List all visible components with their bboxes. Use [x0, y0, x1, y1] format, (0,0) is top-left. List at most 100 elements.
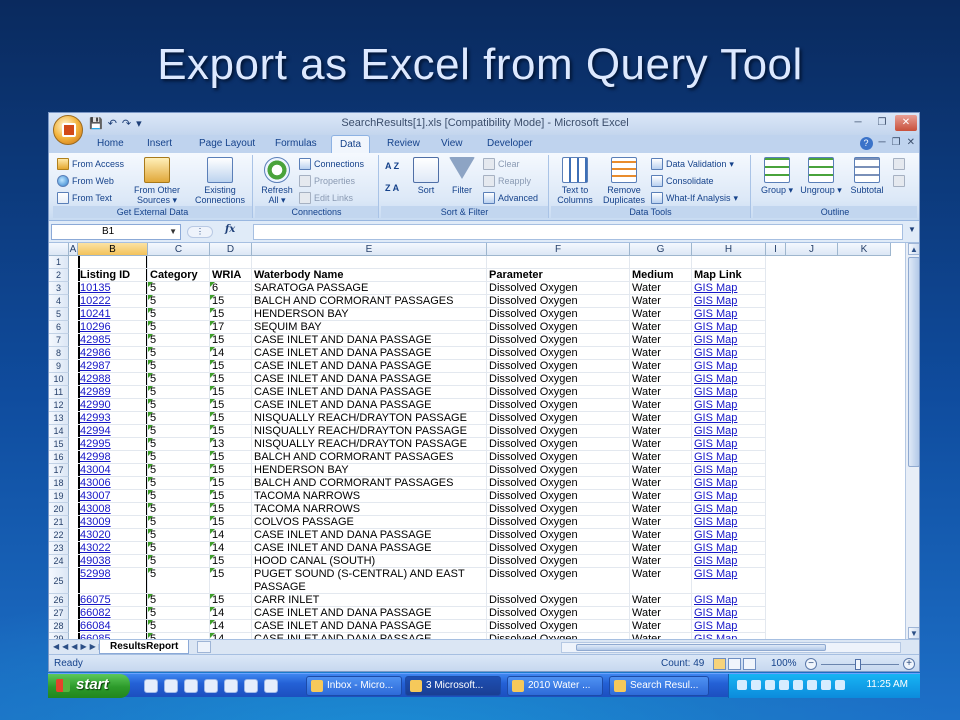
table-cell[interactable]: CASE INLET AND DANA PASSAGE: [252, 620, 487, 633]
tab-insert[interactable]: Insert: [147, 138, 172, 149]
table-cell[interactable]: COLVOS PASSAGE: [252, 516, 487, 529]
workbook-close-icon[interactable]: ✕: [907, 137, 915, 150]
row-header[interactable]: 20: [49, 503, 69, 516]
row-header[interactable]: 1: [49, 256, 69, 269]
table-cell[interactable]: 5: [148, 321, 210, 334]
insert-sheet-icon[interactable]: [197, 641, 211, 653]
data-validation-button[interactable]: Data Validation ▾: [651, 158, 734, 170]
hyperlink-cell[interactable]: 43007: [78, 490, 148, 503]
table-cell[interactable]: Water: [630, 425, 692, 438]
tab-formulas[interactable]: Formulas: [275, 138, 317, 149]
group-button[interactable]: Group ▾: [757, 157, 797, 195]
horizontal-scrollbar[interactable]: [561, 642, 901, 653]
table-cell[interactable]: BALCH AND CORMORANT PASSAGES: [252, 477, 487, 490]
table-cell[interactable]: 15: [210, 373, 252, 386]
row-header[interactable]: 13: [49, 412, 69, 425]
hyperlink-cell[interactable]: 52998: [78, 568, 148, 594]
table-cell[interactable]: Dissolved Oxygen: [487, 464, 630, 477]
table-cell[interactable]: Dissolved Oxygen: [487, 503, 630, 516]
hyperlink-cell[interactable]: 42990: [78, 399, 148, 412]
tray-icon-7[interactable]: [821, 680, 831, 690]
hyperlink-cell[interactable]: 42998: [78, 451, 148, 464]
hyperlink-cell[interactable]: GIS Map: [692, 620, 766, 633]
table-cell[interactable]: Dissolved Oxygen: [487, 516, 630, 529]
column-title-cell[interactable]: Listing ID: [78, 269, 148, 282]
hyperlink-cell[interactable]: 66082: [78, 607, 148, 620]
table-cell[interactable]: 5: [148, 451, 210, 464]
table-cell[interactable]: Dissolved Oxygen: [487, 438, 630, 451]
hyperlink-cell[interactable]: GIS Map: [692, 334, 766, 347]
minimize-button[interactable]: ─: [847, 115, 869, 131]
table-cell[interactable]: 15: [210, 399, 252, 412]
table-cell[interactable]: Dissolved Oxygen: [487, 529, 630, 542]
show-detail-button[interactable]: [893, 158, 905, 170]
table-cell[interactable]: Dissolved Oxygen: [487, 425, 630, 438]
table-cell[interactable]: 5: [148, 360, 210, 373]
row-header[interactable]: 12: [49, 399, 69, 412]
sheet-tab-resultsreport[interactable]: ResultsReport: [99, 640, 190, 654]
table-cell[interactable]: Water: [630, 490, 692, 503]
hyperlink-cell[interactable]: 43022: [78, 542, 148, 555]
column-header-d[interactable]: D: [210, 243, 252, 256]
table-cell[interactable]: BALCH AND CORMORANT PASSAGES: [252, 295, 487, 308]
hyperlink-cell[interactable]: 42985: [78, 334, 148, 347]
tab-view[interactable]: View: [441, 138, 463, 149]
hyperlink-cell[interactable]: GIS Map: [692, 399, 766, 412]
column-header-a[interactable]: A: [69, 243, 78, 256]
hyperlink-cell[interactable]: GIS Map: [692, 347, 766, 360]
table-cell[interactable]: 5: [148, 607, 210, 620]
table-cell[interactable]: Dissolved Oxygen: [487, 607, 630, 620]
table-cell[interactable]: 15: [210, 503, 252, 516]
table-cell[interactable]: 5: [148, 503, 210, 516]
row-header[interactable]: 19: [49, 490, 69, 503]
table-cell[interactable]: Water: [630, 464, 692, 477]
hyperlink-cell[interactable]: 42987: [78, 360, 148, 373]
hyperlink-cell[interactable]: GIS Map: [692, 412, 766, 425]
table-cell[interactable]: Dissolved Oxygen: [487, 568, 630, 594]
table-cell[interactable]: 15: [210, 490, 252, 503]
table-cell[interactable]: Water: [630, 321, 692, 334]
row-header[interactable]: 25: [49, 568, 69, 594]
column-title-cell[interactable]: Parameter: [487, 269, 630, 282]
zoom-out-icon[interactable]: −: [805, 658, 817, 670]
hyperlink-cell[interactable]: 42989: [78, 386, 148, 399]
taskbar-button-water[interactable]: 2010 Water ...: [507, 676, 603, 696]
table-cell[interactable]: Water: [630, 451, 692, 464]
hyperlink-cell[interactable]: GIS Map: [692, 425, 766, 438]
tab-home[interactable]: Home: [97, 138, 124, 149]
hyperlink-cell[interactable]: GIS Map: [692, 308, 766, 321]
table-cell[interactable]: 15: [210, 451, 252, 464]
hyperlink-cell[interactable]: GIS Map: [692, 386, 766, 399]
column-header-f[interactable]: F: [487, 243, 630, 256]
table-cell[interactable]: 5: [148, 412, 210, 425]
table-cell[interactable]: Water: [630, 386, 692, 399]
formula-input[interactable]: [253, 224, 903, 240]
hyperlink-cell[interactable]: 10296: [78, 321, 148, 334]
hyperlink-cell[interactable]: 42994: [78, 425, 148, 438]
horizontal-scroll-thumb[interactable]: [576, 644, 826, 651]
table-cell[interactable]: 17: [210, 321, 252, 334]
taskbar-button-inbox[interactable]: Inbox - Micro...: [306, 676, 402, 696]
save-icon[interactable]: 💾: [89, 117, 103, 131]
page-break-view-icon[interactable]: [743, 658, 756, 670]
table-cell[interactable]: Water: [630, 594, 692, 607]
filter-button[interactable]: Filter: [445, 157, 479, 195]
hyperlink-cell[interactable]: 10135: [78, 282, 148, 295]
table-cell[interactable]: 14: [210, 542, 252, 555]
table-cell[interactable]: [210, 256, 252, 269]
hyperlink-cell[interactable]: 42995: [78, 438, 148, 451]
browser-icon[interactable]: [164, 679, 178, 693]
table-cell[interactable]: Dissolved Oxygen: [487, 360, 630, 373]
table-cell[interactable]: 5: [148, 568, 210, 594]
table-cell[interactable]: Dissolved Oxygen: [487, 594, 630, 607]
hyperlink-cell[interactable]: 42986: [78, 347, 148, 360]
table-cell[interactable]: Dissolved Oxygen: [487, 490, 630, 503]
hyperlink-cell[interactable]: 66075: [78, 594, 148, 607]
hyperlink-cell[interactable]: 43009: [78, 516, 148, 529]
table-cell[interactable]: Water: [630, 412, 692, 425]
table-cell[interactable]: Dissolved Oxygen: [487, 477, 630, 490]
table-cell[interactable]: Dissolved Oxygen: [487, 412, 630, 425]
column-header-e[interactable]: E: [252, 243, 487, 256]
table-cell[interactable]: 14: [210, 607, 252, 620]
table-cell[interactable]: 14: [210, 620, 252, 633]
